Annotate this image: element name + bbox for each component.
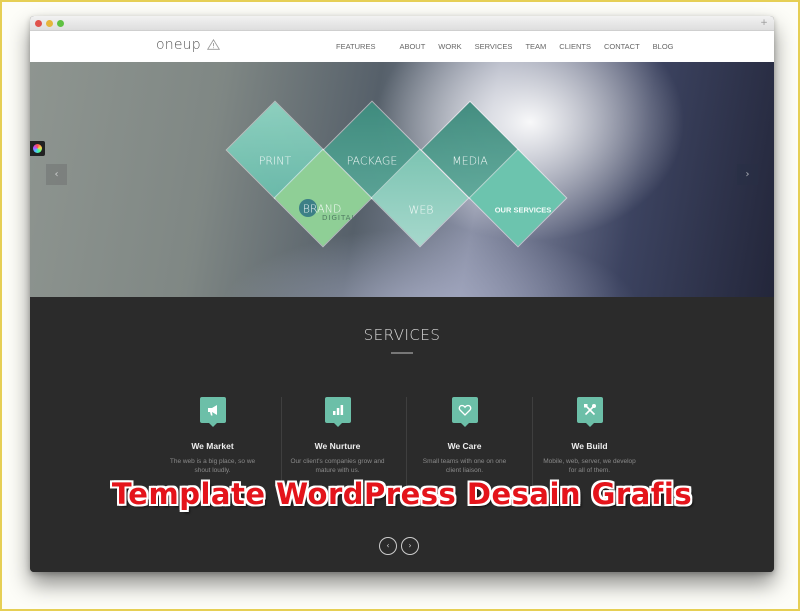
color-picker-widget[interactable] <box>30 141 45 156</box>
nav-blog[interactable]: BLOG <box>653 42 674 51</box>
service-description: Mobile, web, server, we develop for all … <box>543 458 636 474</box>
service-description: Our client's companies grow and mature w… <box>290 458 385 474</box>
diamond-package-label: PACKAGE <box>346 154 398 168</box>
logo-text: oneup <box>156 37 201 53</box>
site-logo[interactable]: oneup <box>156 37 221 54</box>
overlay-caption: Template WordPress Desain Grafis <box>111 477 693 511</box>
services-section: SERVICES We Market The web is a big plac… <box>30 297 774 572</box>
tools-icon <box>576 397 603 427</box>
services-heading: SERVICES <box>363 326 441 344</box>
pager-next-button[interactable]: › <box>401 537 419 555</box>
service-description: The web is a big place, so we shout loud… <box>169 458 256 474</box>
slider-prev-button[interactable]: ‹ <box>46 164 67 185</box>
nav-team[interactable]: TEAM <box>525 42 546 51</box>
diamond-our-services-label: OUR SERVICES <box>494 205 552 215</box>
diamond-web-label: WEB <box>408 203 434 217</box>
hero-slider: ‹ › PRINT PACKAGE MEDIA BRAND DIGITAL WE… <box>30 62 774 297</box>
service-title: We Market <box>191 441 234 451</box>
color-wheel-icon <box>33 144 42 153</box>
nav-clients[interactable]: CLIENTS <box>559 42 591 51</box>
nav-contact[interactable]: CONTACT <box>604 42 640 51</box>
site-header: oneup FEATURES ABOUT WORK SERVICES TEAM … <box>30 31 774 62</box>
nav-features[interactable]: FEATURES <box>336 42 375 51</box>
service-item-nurture: We Nurture Our client's companies grow a… <box>275 397 400 475</box>
diamond-print-label: PRINT <box>258 154 292 168</box>
service-item-market: We Market The web is a big place, so we … <box>150 397 275 475</box>
services-pager: ‹ › <box>379 537 419 555</box>
maximize-window-button[interactable] <box>57 20 64 27</box>
nav-about[interactable]: ABOUT <box>399 42 425 51</box>
service-title: We Care <box>447 441 482 451</box>
diamond-brand-sublabel: DIGITAL <box>322 214 357 222</box>
minimize-window-button[interactable] <box>46 20 53 27</box>
nav-services[interactable]: SERVICES <box>475 42 513 51</box>
main-nav: FEATURES ABOUT WORK SERVICES TEAM CLIENT… <box>336 42 687 51</box>
browser-titlebar: + <box>30 16 774 31</box>
nav-work[interactable]: WORK <box>438 42 461 51</box>
bar-chart-icon <box>324 397 351 427</box>
slider-next-button[interactable]: › <box>737 164 758 185</box>
new-tab-button[interactable]: + <box>759 18 769 28</box>
pager-prev-button[interactable]: ‹ <box>379 537 397 555</box>
close-window-button[interactable] <box>35 20 42 27</box>
megaphone-icon <box>199 397 226 427</box>
service-item-build: We Build Mobile, web, server, we develop… <box>527 397 652 475</box>
heart-icon <box>451 397 478 427</box>
service-item-care: We Care Small teams with one on one clie… <box>402 397 527 475</box>
service-title: We Build <box>571 441 608 451</box>
service-title: We Nurture <box>314 441 361 451</box>
diamond-media-label: MEDIA <box>452 154 488 168</box>
service-description: Small teams with one on one client liais… <box>422 458 507 474</box>
warning-triangle-icon <box>207 38 221 54</box>
heading-underline <box>391 352 413 354</box>
